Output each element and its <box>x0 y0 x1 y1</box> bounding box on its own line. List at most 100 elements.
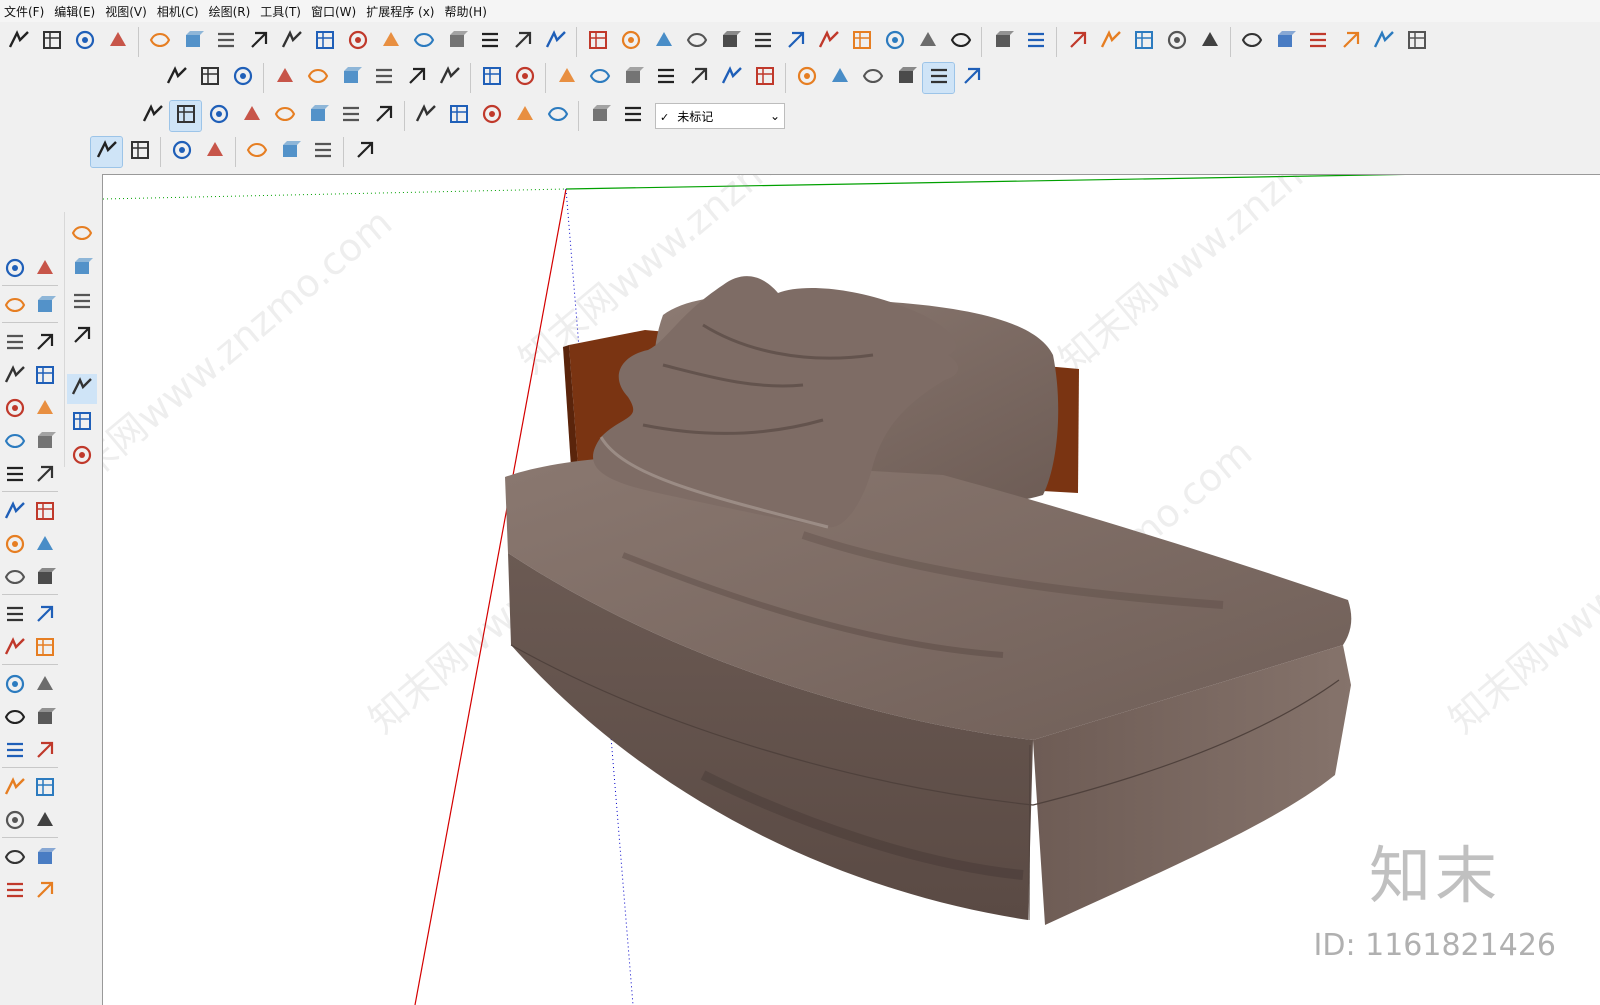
timer-button[interactable] <box>542 101 573 131</box>
film-button[interactable] <box>302 101 333 131</box>
skew-box-button[interactable] <box>368 63 399 93</box>
play-button[interactable] <box>137 101 168 131</box>
wire-cube-button[interactable] <box>791 63 822 93</box>
house-outline-button[interactable] <box>1368 27 1399 57</box>
section-tool[interactable] <box>30 807 60 837</box>
scale-box-button[interactable] <box>509 63 540 93</box>
textured-box-button[interactable] <box>890 63 921 93</box>
solid-trim-button[interactable] <box>683 63 714 93</box>
offset-tool[interactable] <box>30 564 60 594</box>
solid-union-button[interactable] <box>584 63 615 93</box>
rectangle-tool[interactable] <box>0 362 30 392</box>
sandbox-b-tool[interactable] <box>30 844 60 874</box>
component-tool[interactable] <box>30 255 60 285</box>
shed-button[interactable] <box>1335 27 1366 57</box>
shaded-box-button[interactable] <box>857 63 888 93</box>
eraser-button[interactable] <box>67 442 97 472</box>
flower-button[interactable] <box>584 101 615 131</box>
sandbox-c-tool[interactable] <box>0 877 30 907</box>
menu-tools[interactable]: 工具(T) <box>256 3 307 20</box>
menu-edit[interactable]: 编辑(E) <box>50 3 101 20</box>
download-arrow-button[interactable] <box>67 220 97 250</box>
arc-2pt-tool[interactable] <box>30 461 60 491</box>
menu-camera[interactable]: 相机(C) <box>153 3 205 20</box>
chain-button[interactable] <box>615 27 646 57</box>
cube-rotate-button[interactable] <box>1161 27 1192 57</box>
cross-cut-button[interactable] <box>434 63 465 93</box>
cloud-upload-button[interactable] <box>1128 27 1159 57</box>
cloud-network-button[interactable] <box>124 137 155 167</box>
move-tool[interactable] <box>0 498 30 528</box>
daybed-model[interactable] <box>505 276 1352 925</box>
zoom-window-tool[interactable] <box>30 704 60 734</box>
stacked-layers-button[interactable] <box>922 62 955 94</box>
solid-outer-button[interactable] <box>749 63 780 93</box>
sandbox-d-tool[interactable] <box>30 877 60 907</box>
paint-bucket-button[interactable] <box>67 288 97 318</box>
wave-button[interactable] <box>648 27 679 57</box>
capture-button[interactable] <box>1020 27 1051 57</box>
solid-intersect-button[interactable] <box>650 63 681 93</box>
refresh-gray-button[interactable] <box>443 101 474 131</box>
star-tool-button[interactable] <box>243 27 274 57</box>
3d-text-tool[interactable] <box>30 634 60 664</box>
select-button[interactable] <box>67 374 97 404</box>
axes-tool[interactable] <box>0 634 30 664</box>
tape-button[interactable] <box>401 63 432 93</box>
paint-tool[interactable] <box>30 292 60 322</box>
model-viewport[interactable]: 知末网www.znzmo.com 知末网www.znzmo.com 知末网www… <box>102 174 1600 1005</box>
rotate-loop-button[interactable] <box>309 27 340 57</box>
scale-box-alt-button[interactable] <box>551 63 582 93</box>
pause-button[interactable] <box>169 100 202 132</box>
menu-draw[interactable]: 绘图(R) <box>205 3 257 20</box>
film-delete-button[interactable] <box>335 101 366 131</box>
target-button[interactable] <box>987 27 1018 57</box>
scale-tool[interactable] <box>0 564 30 594</box>
record-button[interactable] <box>203 101 234 131</box>
solid-split-button[interactable] <box>716 63 747 93</box>
cloud-check-button[interactable] <box>166 137 197 167</box>
previous-tool[interactable] <box>30 737 60 767</box>
dot-grid-button[interactable] <box>846 27 877 57</box>
chrome-button[interactable] <box>349 137 380 167</box>
cloud-list-button[interactable] <box>199 137 230 167</box>
broom-button[interactable] <box>945 27 976 57</box>
spiral-button[interactable] <box>408 27 439 57</box>
menu-window[interactable]: 窗口(W) <box>307 3 362 20</box>
frame-box-button[interactable] <box>302 63 333 93</box>
pan-tool[interactable] <box>30 671 60 701</box>
bench-button[interactable] <box>375 27 406 57</box>
stairs-button[interactable] <box>69 27 100 57</box>
ribbon-button[interactable] <box>476 63 507 93</box>
follow-me-button[interactable] <box>3 27 34 57</box>
video-camera-button[interactable] <box>476 101 507 131</box>
hatch-button[interactable] <box>714 27 745 57</box>
solid-subtract-button[interactable] <box>617 63 648 93</box>
nodes-button[interactable] <box>274 137 305 167</box>
circle-tool[interactable] <box>0 395 30 425</box>
figure-button[interactable] <box>342 27 373 57</box>
path-curve-button[interactable] <box>227 63 258 93</box>
door-button[interactable] <box>1269 27 1300 57</box>
layers-alt-button[interactable] <box>540 27 571 57</box>
position-camera-tool[interactable] <box>0 774 30 804</box>
ruler-button[interactable] <box>161 63 192 93</box>
folder-export-button[interactable] <box>1062 27 1093 57</box>
component-button[interactable] <box>67 408 97 438</box>
select-tool[interactable] <box>0 255 30 285</box>
bar-chart-button[interactable] <box>102 27 133 57</box>
arc-cap-button[interactable] <box>582 27 613 57</box>
rotated-rect-tool[interactable] <box>30 362 60 392</box>
look-around-tool[interactable] <box>30 774 60 804</box>
cloud-sync-button[interactable] <box>90 136 123 168</box>
window-button[interactable] <box>507 27 538 57</box>
line-join-button[interactable] <box>177 27 208 57</box>
follow-me-tool[interactable] <box>30 531 60 561</box>
blue-cube-button[interactable] <box>956 63 987 93</box>
purple-badge-button[interactable] <box>410 101 441 131</box>
orbit-tool[interactable] <box>0 671 30 701</box>
compass-button[interactable] <box>912 27 943 57</box>
home-button[interactable] <box>1302 27 1333 57</box>
mirror-button[interactable] <box>813 27 844 57</box>
arc-tool[interactable] <box>0 428 30 458</box>
